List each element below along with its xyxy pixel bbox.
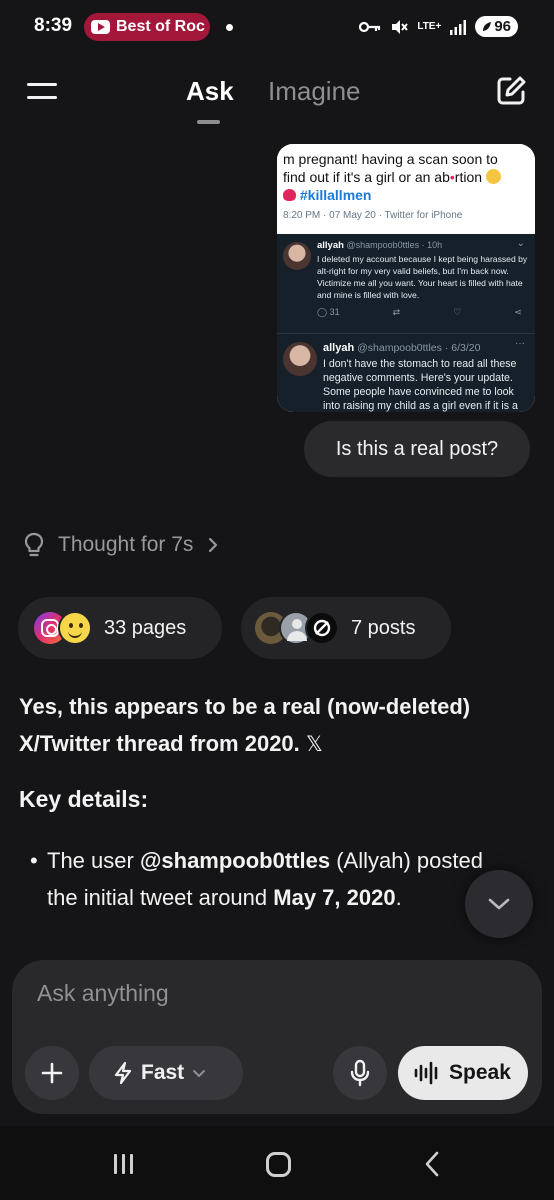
reply-name: allyah (317, 240, 344, 251)
battery-icon: 96 (475, 16, 518, 37)
answer-lead: Yes, this appears to be a real (now-dele… (19, 688, 539, 763)
bullet-text: The user @shampoob0ttles (Allyah) posted… (47, 842, 517, 916)
add-attachment-button[interactable] (25, 1046, 79, 1100)
tweet-main: m pregnant! having a scan soon to find o… (277, 144, 535, 234)
lightbulb-icon (24, 532, 44, 557)
tab-imagine[interactable]: Imagine (268, 76, 361, 107)
model-label: Fast (141, 1061, 185, 1084)
reply-body: I deleted my account because I kept bein… (317, 254, 528, 300)
retweet-icon: ⇄ (392, 307, 401, 317)
reply-header: allyah @shampoob0ttles · 10h (317, 240, 442, 251)
notification-label: Best of Roc (116, 18, 205, 35)
thought-toggle[interactable]: Thought for 7s (22, 531, 219, 559)
share-icon: ⋖ (514, 307, 522, 317)
tweet-hashtag: #killallmen (299, 187, 372, 203)
composer: Ask anything Fast Speak (12, 960, 542, 1114)
reply-name: allyah (323, 342, 355, 354)
system-nav-bar (0, 1126, 554, 1200)
chevron-down-icon (193, 1069, 206, 1077)
reply-header: allyah @shampoob0ttles · 6/3/20 (323, 342, 480, 354)
chevron-down-icon: ⌄ (516, 238, 525, 249)
null-icon (305, 611, 339, 645)
answer-lead-text: Yes, this appears to be a real (now-dele… (19, 694, 471, 756)
reply-count-value: 31 (329, 307, 340, 317)
compose-icon[interactable] (494, 74, 528, 108)
speak-button[interactable]: Speak (398, 1046, 528, 1100)
tweet-replies: allyah @shampoob0ttles · 10h ⌄ I deleted… (277, 234, 535, 412)
waveform-icon (414, 1061, 438, 1085)
like-icon: ♡ (453, 307, 462, 317)
status-icons: LTE+ 96 (359, 16, 518, 37)
notification-dot (226, 24, 233, 31)
more-icon: ··· (515, 338, 525, 349)
bullet-prefix: The user (47, 848, 140, 873)
tweet-text-line-2: find out if it's a girl or an ab (283, 169, 450, 185)
back-icon[interactable] (422, 1150, 442, 1178)
menu-icon[interactable] (27, 80, 59, 104)
bullet-handle: @shampoob0ttles (139, 848, 331, 873)
tweet-meta: 8:20 PM · 07 May 20 · Twitter for iPhone (283, 210, 463, 221)
posts-label: 7 posts (351, 616, 416, 639)
pages-label: 33 pages (104, 616, 187, 639)
model-selector[interactable]: Fast (89, 1046, 243, 1100)
reply-item: allyah @shampoob0ttles · 10h ⌄ I deleted… (277, 234, 535, 334)
comment-icon: ◯ (317, 307, 328, 317)
key-details-heading: Key details: (19, 786, 149, 812)
reply-handle: @shampoob0ttles · 10h (346, 240, 443, 250)
user-message-bubble: Is this a real post? (304, 421, 530, 477)
sources-posts-chip[interactable]: 7 posts (241, 597, 451, 659)
emoji-icon (485, 169, 501, 184)
reply-actions: ◯ 31 ⇄ ♡ ⋖ (317, 307, 522, 318)
bullet-dot: • (30, 848, 38, 873)
mute-icon (392, 19, 409, 34)
attached-image[interactable]: m pregnant! having a scan soon to find o… (277, 144, 535, 412)
ask-input[interactable]: Ask anything (37, 980, 169, 1007)
youtube-icon (91, 20, 110, 34)
x-icon: 𝕏 (305, 732, 323, 756)
plus-icon (41, 1062, 63, 1084)
chevron-down-icon (488, 898, 510, 910)
sources-pages-chip[interactable]: 33 pages (18, 597, 222, 659)
mic-icon (350, 1059, 370, 1087)
reply-body: I don't have the stomach to read all the… (323, 358, 518, 412)
status-bar: 8:39 Best of Roc LTE+ 96 (0, 0, 554, 54)
avatar (283, 342, 317, 376)
youtube-notification-pill[interactable]: Best of Roc (84, 13, 210, 41)
active-tab-indicator (197, 120, 220, 124)
network-label: LTE+ (417, 20, 442, 32)
signal-icon (450, 19, 467, 35)
key-icon (359, 21, 381, 32)
lightning-icon (114, 1061, 132, 1085)
thought-label: Thought for 7s (58, 533, 194, 556)
reply-handle: @shampoob0ttles · 6/3/20 (357, 342, 481, 354)
tweet-text-line-1: m pregnant! having a scan soon to (283, 151, 498, 167)
avatar (283, 242, 311, 270)
chevron-right-icon (209, 537, 218, 553)
tab-ask[interactable]: Ask (186, 76, 234, 107)
status-time: 8:39 (34, 15, 73, 36)
tweet-text-line-2b: rtion (454, 169, 483, 185)
mic-button[interactable] (333, 1046, 387, 1100)
recents-icon[interactable] (112, 1154, 136, 1174)
speak-label: Speak (449, 1061, 511, 1084)
battery-level: 96 (494, 18, 511, 35)
smiley-icon (58, 611, 92, 645)
heart-icon (283, 189, 296, 201)
reply-count: ◯ 31 (317, 307, 340, 318)
reply-item: allyah @shampoob0ttles · 6/3/20 ··· I do… (277, 334, 535, 412)
scroll-to-bottom-button[interactable] (465, 870, 533, 938)
home-icon[interactable] (266, 1152, 291, 1177)
bullet-suffix: . (395, 885, 402, 910)
bullet-date: May 7, 2020 (273, 885, 396, 910)
